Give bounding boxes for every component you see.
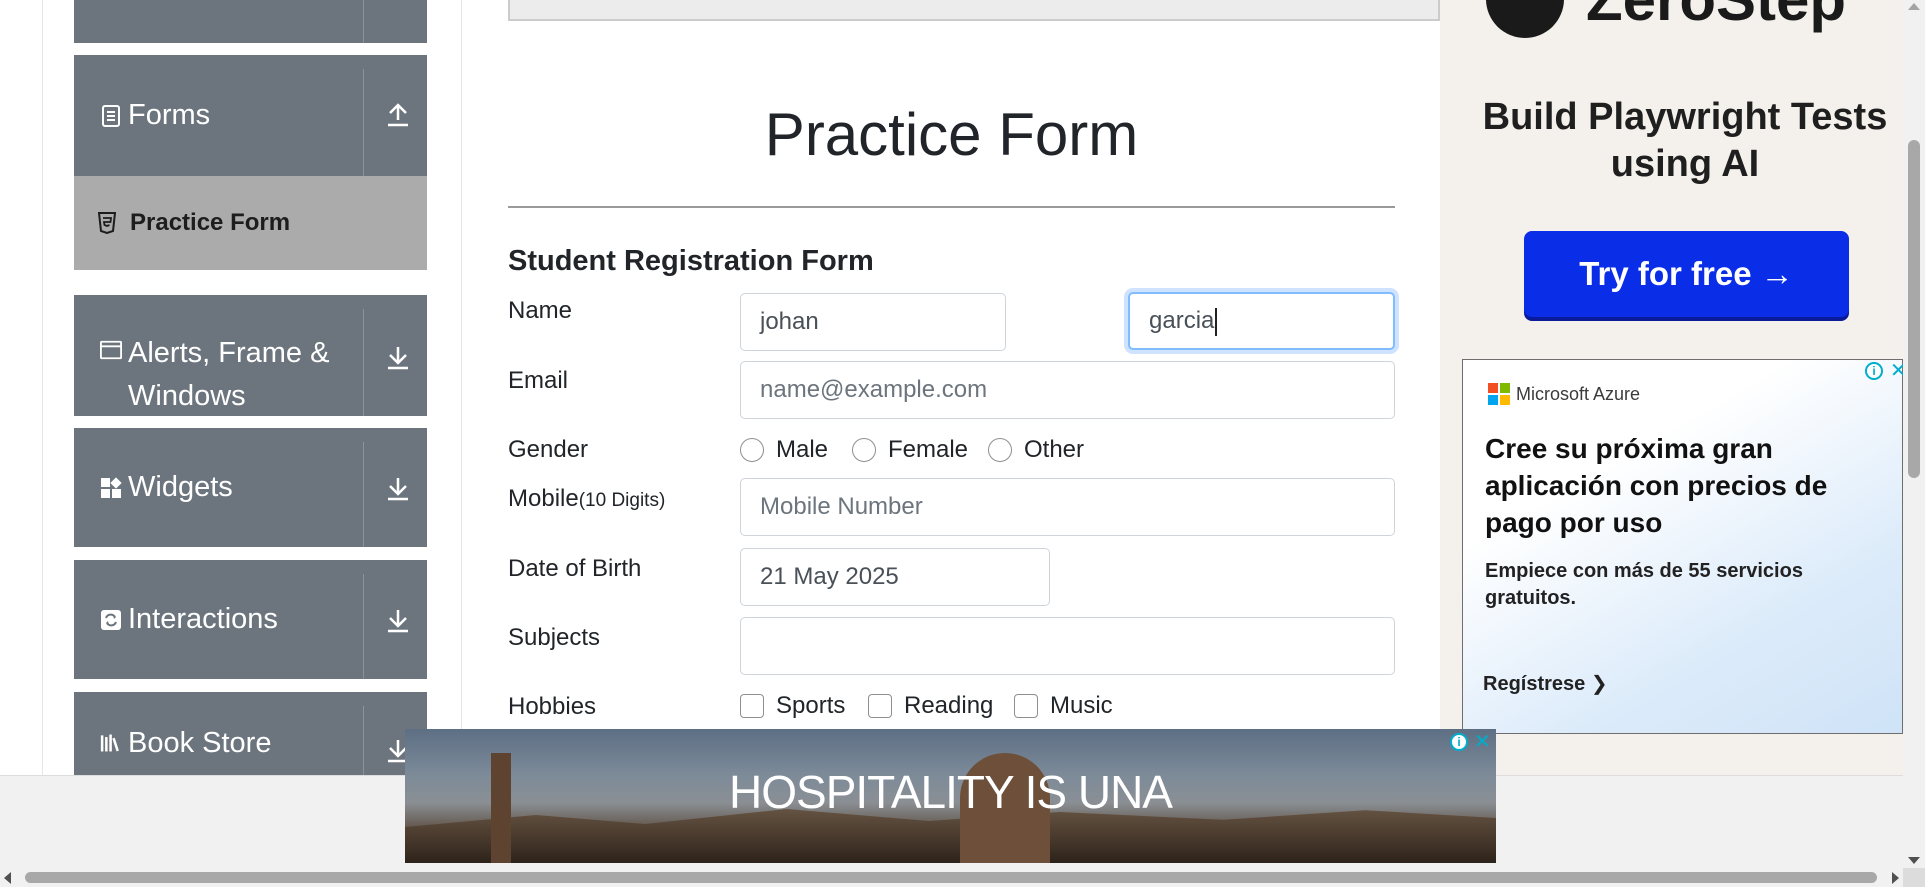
form-title: Student Registration Form xyxy=(508,245,874,277)
horizontal-scroll-thumb[interactable] xyxy=(25,872,1877,883)
last-name-value: garcia xyxy=(1149,307,1215,334)
azure-headline: Cree su próxima gran aplicación con prec… xyxy=(1485,433,1828,538)
subjects-label: Subjects xyxy=(508,624,601,651)
hobby-checkbox-sports[interactable]: Sports xyxy=(740,692,845,720)
vertical-scroll-thumb[interactable] xyxy=(1908,140,1920,478)
title-divider xyxy=(508,206,1395,208)
interactions-icon xyxy=(100,609,122,631)
arrow-up-icon[interactable] xyxy=(383,100,413,130)
arrow-down-icon[interactable] xyxy=(383,474,413,504)
sidebar-group-interactions[interactable]: Interactions xyxy=(74,560,427,679)
hobby-checkbox-reading[interactable]: Reading xyxy=(868,692,993,720)
radio-label: Other xyxy=(1024,436,1085,463)
scroll-down-icon[interactable] xyxy=(1908,857,1920,864)
ad-info-icon[interactable]: i xyxy=(1865,362,1883,380)
group-separator xyxy=(363,0,364,43)
books-icon xyxy=(100,732,122,754)
group-separator xyxy=(363,706,364,775)
gender-label: Gender xyxy=(508,436,589,463)
sidebar-group-widgets[interactable]: Widgets xyxy=(74,428,427,547)
sidebar-group-alerts[interactable]: Alerts, Frame & Windows xyxy=(74,295,427,416)
sidebar-group-forms[interactable]: Forms xyxy=(74,55,427,176)
first-name-input[interactable]: johan xyxy=(740,293,1006,351)
checkbox-label: Sports xyxy=(776,692,846,719)
radio-label: Male xyxy=(776,436,829,463)
azure-body: Empiece con más de 55 servicios gratuito… xyxy=(1485,560,1803,609)
zerostep-logo: ZeroStep xyxy=(1486,0,1846,38)
banner-close-icon[interactable]: ✕ xyxy=(1474,732,1491,752)
radio-circle xyxy=(740,438,764,462)
scroll-right-icon[interactable] xyxy=(1892,872,1899,884)
bottom-banner-ad[interactable]: HOSPITALITY IS UNA xyxy=(405,729,1496,863)
mobile-input[interactable]: Mobile Number xyxy=(740,478,1395,536)
sidebar-item-label: Practice Form xyxy=(130,209,291,236)
zerostep-logo-icon xyxy=(1486,0,1564,38)
mobile-label-text: Mobile xyxy=(508,485,579,512)
scroll-left-icon[interactable] xyxy=(4,872,11,884)
page-title: Practice Form xyxy=(764,101,1139,168)
subjects-input[interactable] xyxy=(740,617,1395,675)
banner-text: HOSPITALITY IS UNA xyxy=(729,766,1173,818)
text-caret xyxy=(1215,307,1218,336)
sidebar-border xyxy=(42,0,43,775)
azure-brand-text: Microsoft Azure xyxy=(1516,383,1641,404)
banner-info-icon[interactable]: i xyxy=(1450,733,1468,751)
dob-input[interactable]: 21 May 2025 xyxy=(740,548,1050,606)
sidebar-group-book-store[interactable]: Book Store xyxy=(74,692,427,775)
page: Forms Practice Form Alerts, Frame & Wind… xyxy=(0,0,1925,887)
dob-label: Date of Birth xyxy=(508,555,642,582)
group-separator xyxy=(363,574,364,679)
sidebar-item-practice-form[interactable]: Practice Form xyxy=(74,176,427,270)
arrow-down-icon[interactable] xyxy=(383,606,413,636)
checkbox-label: Music xyxy=(1050,692,1113,719)
email-label: Email xyxy=(508,367,569,394)
gender-radio-other[interactable]: Other xyxy=(988,436,1084,464)
microsoft-logo-icon xyxy=(1488,383,1510,405)
vertical-scrollbar[interactable] xyxy=(1903,0,1925,868)
checkbox-box xyxy=(740,694,764,718)
mobile-label: Mobile(10 Digits) xyxy=(508,485,665,513)
group-separator xyxy=(363,309,364,416)
checkbox-label: Reading xyxy=(904,692,994,719)
zerostep-brand: ZeroStep xyxy=(1586,0,1846,34)
azure-cta-link[interactable]: Regístrese ❯ xyxy=(1483,671,1608,696)
radio-label: Female xyxy=(888,436,969,463)
window-icon xyxy=(100,339,122,361)
sidebar-group-elements[interactable] xyxy=(74,0,427,43)
horizontal-scrollbar[interactable] xyxy=(0,868,1903,887)
mobile-hint: (10 Digits) xyxy=(578,490,666,511)
radio-circle xyxy=(988,438,1012,462)
gender-radio-male[interactable]: Male xyxy=(740,436,828,464)
azure-ad[interactable]: Microsoft Azure Cree su próxima gran apl… xyxy=(1462,359,1903,734)
top-ad-strip xyxy=(508,0,1440,21)
checkbox-box xyxy=(868,694,892,718)
html5-icon xyxy=(98,212,120,234)
last-name-input[interactable]: garcia xyxy=(1128,292,1395,350)
widgets-icon xyxy=(100,476,122,499)
hobbies-label: Hobbies xyxy=(508,693,597,720)
sidebar-divider xyxy=(461,0,462,775)
hobby-checkbox-music[interactable]: Music xyxy=(1014,692,1113,720)
try-for-free-button[interactable]: Try for free → xyxy=(1524,231,1849,317)
scrollbar-corner xyxy=(1903,868,1925,887)
name-label: Name xyxy=(508,297,573,324)
azure-brand: Microsoft Azure xyxy=(1488,383,1640,405)
scroll-up-icon[interactable] xyxy=(1908,3,1920,10)
group-separator xyxy=(363,69,364,176)
gender-radio-female[interactable]: Female xyxy=(852,436,968,464)
radio-circle xyxy=(852,438,876,462)
checkbox-box xyxy=(1014,694,1038,718)
group-separator xyxy=(363,442,364,547)
zerostep-headline: Build Playwright Tests using AI xyxy=(1482,96,1888,185)
email-input[interactable]: name@example.com xyxy=(740,361,1395,419)
form-icon xyxy=(100,104,122,127)
arrow-down-icon[interactable] xyxy=(383,343,413,373)
